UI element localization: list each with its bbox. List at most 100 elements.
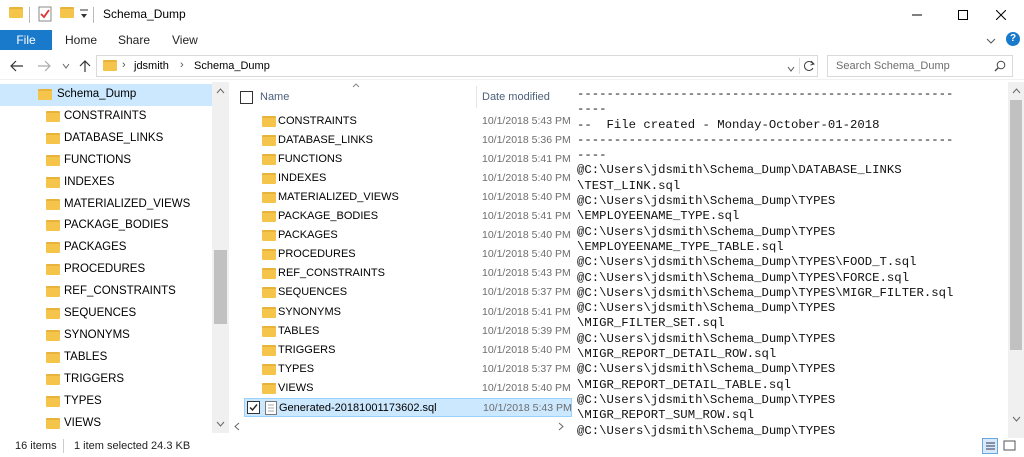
nav-item-label: PROCEDURES [64, 263, 146, 276]
file-name: FUNCTIONS [278, 153, 343, 166]
folder-row[interactable]: CONSTRAINTS 10/1/2018 5:43 PM [244, 112, 572, 131]
nav-item[interactable]: TABLES [0, 347, 212, 369]
folder-icon [46, 220, 60, 232]
tab-view[interactable]: View [172, 30, 198, 50]
folder-row[interactable]: VIEWS 10/1/2018 5:40 PM [244, 379, 572, 398]
nav-item[interactable]: PROCEDURES [0, 259, 212, 281]
select-all-checkbox[interactable] [240, 91, 253, 104]
preview-scrollbar-thumb[interactable] [1010, 100, 1022, 350]
customize-toolbar-icon[interactable] [79, 8, 89, 23]
selection-info: 1 item selected 24.3 KB [74, 440, 191, 452]
nav-item-schema-dump[interactable]: Schema_Dump [0, 84, 212, 106]
breadcrumb-chevron-icon[interactable]: › [180, 59, 184, 71]
nav-item[interactable]: PACKAGES [0, 237, 212, 259]
folder-row[interactable]: PACKAGE_BODIES 10/1/2018 5:41 PM [244, 207, 572, 226]
search-icon[interactable] [994, 60, 1006, 75]
file-date: 10/1/2018 5:40 PM [482, 191, 571, 204]
details-view-icon[interactable] [982, 438, 998, 454]
nav-item[interactable]: FUNCTIONS [0, 150, 212, 172]
folder-icon [262, 363, 276, 375]
nav-item[interactable]: TRIGGERS [0, 369, 212, 391]
file-name: PACKAGES [278, 229, 338, 242]
properties-icon[interactable] [38, 6, 52, 25]
nav-item-label: SYNONYMS [64, 328, 130, 341]
tab-file[interactable]: File [0, 30, 52, 50]
folder-row[interactable]: TYPES 10/1/2018 5:37 PM [244, 360, 572, 379]
address-dropdown-icon[interactable] [787, 61, 795, 75]
folder-icon [262, 344, 276, 356]
forward-button[interactable] [35, 56, 53, 76]
folder-row[interactable]: SYNONYMS 10/1/2018 5:41 PM [244, 303, 572, 322]
nav-item-label: MATERIALIZED_VIEWS [64, 197, 191, 210]
recent-locations-icon[interactable] [57, 56, 75, 76]
folder-row[interactable]: TABLES 10/1/2018 5:39 PM [244, 322, 572, 341]
expand-ribbon-icon[interactable] [986, 34, 996, 48]
new-folder-icon[interactable] [60, 7, 74, 18]
column-header-name[interactable]: Name [260, 91, 289, 103]
row-checkbox[interactable] [247, 400, 260, 414]
item-count: 16 items [15, 440, 57, 452]
folder-row[interactable]: FUNCTIONS 10/1/2018 5:41 PM [244, 150, 572, 169]
breadcrumb-jdsmith[interactable]: jdsmith [134, 60, 169, 72]
folder-row[interactable]: MATERIALIZED_VIEWS 10/1/2018 5:40 PM [244, 188, 572, 207]
file-row-selected[interactable]: Generated-20181001173602.sql 10/1/2018 5:… [244, 397, 572, 417]
nav-item[interactable]: VIEWS [0, 413, 212, 434]
folder-row[interactable]: PROCEDURES 10/1/2018 5:40 PM [244, 245, 572, 264]
help-icon[interactable]: ? [1006, 32, 1020, 46]
folder-row[interactable]: INDEXES 10/1/2018 5:40 PM [244, 169, 572, 188]
nav-item[interactable]: SEQUENCES [0, 303, 212, 325]
file-name: CONSTRAINTS [278, 115, 357, 127]
nav-item[interactable]: PACKAGE_BODIES [0, 215, 212, 237]
folder-icon [262, 287, 276, 299]
file-name: MATERIALIZED_VIEWS [278, 191, 399, 204]
nav-item[interactable]: TYPES [0, 391, 212, 413]
nav-scrollbar[interactable] [212, 82, 229, 433]
nav-item[interactable]: INDEXES [0, 172, 212, 194]
nav-item[interactable]: REF_CONSTRAINTS [0, 281, 212, 303]
preview-scrollbar[interactable] [1008, 82, 1024, 438]
file-date: 10/1/2018 5:43 PM [483, 401, 572, 414]
large-icons-view-icon[interactable] [1002, 438, 1018, 454]
nav-item[interactable]: SYNONYMS [0, 325, 212, 347]
folder-icon [262, 382, 276, 394]
folder-icon [262, 192, 276, 204]
refresh-icon[interactable] [803, 59, 815, 76]
folder-row[interactable]: SEQUENCES 10/1/2018 5:37 PM [244, 283, 572, 302]
folder-icon [262, 325, 276, 337]
divider [63, 439, 64, 453]
preview-pane[interactable]: ----------------------------------------… [572, 82, 1008, 438]
file-list-hscroll[interactable] [230, 418, 572, 435]
file-name: Generated-20181001173602.sql [279, 401, 437, 414]
folder-row[interactable]: REF_CONSTRAINTS 10/1/2018 5:43 PM [244, 264, 572, 283]
nav-item[interactable]: MATERIALIZED_VIEWS [0, 194, 212, 216]
nav-item[interactable]: DATABASE_LINKS [0, 128, 212, 150]
nav-item-label: PACKAGE_BODIES [64, 219, 169, 232]
tab-share[interactable]: Share [118, 30, 150, 50]
search-input[interactable]: Search Schema_Dump [827, 55, 1013, 77]
tab-home[interactable]: Home [65, 30, 97, 50]
folder-icon [46, 110, 60, 122]
address-bar[interactable]: › jdsmith › Schema_Dump [96, 55, 818, 77]
file-date: 10/1/2018 5:36 PM [482, 134, 571, 147]
file-date: 10/1/2018 5:39 PM [482, 324, 571, 337]
column-header-date[interactable]: Date modified [482, 91, 550, 103]
folder-icon [9, 7, 23, 18]
sort-ascending-icon [352, 83, 360, 88]
file-name: SYNONYMS [278, 305, 341, 318]
minimize-button[interactable] [894, 0, 940, 30]
folder-row[interactable]: PACKAGES 10/1/2018 5:40 PM [244, 226, 572, 245]
folder-row[interactable]: TRIGGERS 10/1/2018 5:40 PM [244, 341, 572, 360]
folder-icon [46, 395, 60, 407]
status-bar: 16 items 1 item selected 24.3 KB [0, 437, 1024, 457]
up-button[interactable] [76, 56, 94, 76]
nav-scrollbar-thumb[interactable] [214, 250, 227, 324]
file-name: TRIGGERS [278, 343, 336, 356]
folder-icon [262, 154, 276, 166]
close-button[interactable] [978, 0, 1024, 30]
breadcrumb-chevron-icon[interactable]: › [122, 59, 126, 71]
file-name: DATABASE_LINKS [278, 134, 373, 147]
breadcrumb-schema-dump[interactable]: Schema_Dump [194, 60, 270, 72]
folder-row[interactable]: DATABASE_LINKS 10/1/2018 5:36 PM [244, 131, 572, 150]
back-button[interactable] [8, 56, 26, 76]
nav-item[interactable]: CONSTRAINTS [0, 106, 212, 128]
